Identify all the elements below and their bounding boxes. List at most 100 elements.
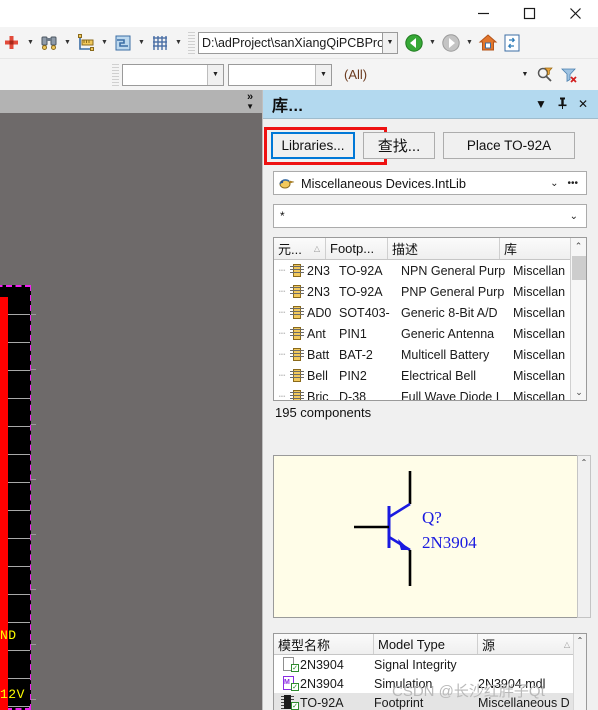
cell-footprint: D-38 (339, 389, 367, 401)
column-header-source[interactable]: 源 △ (478, 634, 575, 654)
refresh-icon[interactable] (500, 31, 524, 55)
pin-icon[interactable] (557, 97, 568, 111)
scrollbar-thumb[interactable] (572, 256, 586, 280)
table-row[interactable]: ✓ TO-92A Footprint Miscellaneous D (274, 693, 586, 710)
cell-footprint: PIN2 (339, 368, 367, 383)
title-bar (0, 0, 598, 27)
column-header-model-type[interactable]: Model Type (374, 634, 478, 654)
scope-combo[interactable]: (All) ▼ (334, 64, 533, 86)
table-row[interactable]: ┈ Bric D-38 Full Wave Diode I Miscellan (274, 386, 586, 401)
scope-combo-dropdown-icon[interactable]: ▼ (517, 65, 533, 85)
table-row[interactable]: ┈ 2N3 TO-92A NPN General Purp Miscellan (274, 260, 586, 281)
filter-combo-2-dropdown-icon[interactable]: ▼ (315, 64, 331, 85)
measure-icon[interactable] (74, 31, 98, 55)
place-component-button[interactable]: Place TO-92A (443, 132, 575, 159)
table-row[interactable]: M ✓ 2N3904 Simulation 2N3904.mdl (274, 674, 586, 693)
back-dropdown-icon[interactable]: ▼ (426, 31, 439, 55)
table-row[interactable]: ┈ Batt BAT-2 Multicell Battery Miscellan (274, 344, 586, 365)
binoculars-icon[interactable] (37, 31, 61, 55)
find-button[interactable]: 查找... (363, 132, 435, 159)
scroll-up-icon[interactable]: ⌃ (574, 634, 586, 647)
filter-combo-1[interactable]: ▼ (122, 63, 224, 86)
column-header-name-label: 元... (278, 242, 302, 257)
scroll-down-icon[interactable]: ⌄ (571, 384, 586, 400)
table-row[interactable]: ┈ AD0 SOT403- Generic 8-Bit A/D Miscella… (274, 302, 586, 323)
tab-overflow-icon[interactable]: » ▼ (246, 90, 254, 112)
project-path-dropdown-icon[interactable]: ▼ (383, 31, 398, 54)
library-more-icon[interactable]: ••• (567, 178, 578, 189)
simulation-model-icon: M ✓ (280, 676, 300, 691)
maximize-icon[interactable] (506, 0, 552, 27)
find-dropdown-icon[interactable]: ▼ (61, 31, 74, 55)
component-preview[interactable]: Q? 2N3904 (273, 455, 587, 618)
forward-dropdown-icon[interactable]: ▼ (463, 31, 476, 55)
pad (8, 287, 30, 315)
scroll-up-icon[interactable]: ⌃ (578, 456, 590, 469)
layers-icon[interactable] (111, 31, 135, 55)
project-path-field[interactable]: D:\adProject\sanXiangQiPCBPro (198, 31, 383, 54)
library-selector[interactable]: Miscellaneous Devices.IntLib ⌄ ••• (273, 171, 587, 195)
forward-icon (439, 31, 463, 55)
component-grid[interactable]: 元... △ Footp... 描述 库 ┈ 2N3 TO-92A NPN Ge… (273, 237, 587, 401)
libraries-button[interactable]: Libraries... (271, 132, 355, 159)
tab-overflow-glyph: » (246, 90, 254, 103)
column-header-description[interactable]: 描述 (388, 238, 500, 259)
place-part-dropdown-icon[interactable]: ▼ (24, 31, 37, 55)
cell-description: Electrical Bell (401, 368, 477, 383)
table-row[interactable]: ┈ Ant PIN1 Generic Antenna Miscellan (274, 323, 586, 344)
column-header-model-name[interactable]: 模型名称 (274, 634, 374, 654)
magnifier-filter-icon[interactable] (533, 63, 557, 87)
back-icon[interactable] (402, 31, 426, 55)
column-header-model-name-label: 模型名称 (278, 637, 331, 653)
filter-combo-1-dropdown-icon[interactable]: ▼ (207, 64, 223, 85)
clear-filter-icon[interactable] (557, 63, 581, 87)
cell-model-name: 2N3904 (300, 676, 344, 691)
panel-menu-icon[interactable]: ▼ (535, 98, 547, 110)
cell-description: PNP General Purp (401, 284, 505, 299)
cell-model-source: Miscellaneous D (478, 695, 570, 710)
grid-dropdown-icon[interactable]: ▼ (172, 31, 185, 55)
grid-icon[interactable] (148, 31, 172, 55)
scroll-up-icon[interactable]: ⌃ (571, 238, 586, 254)
model-grid[interactable]: 模型名称 Model Type 源 △ ✓ 2N3904 Signal Inte… (273, 633, 587, 710)
tree-glyph: ┈ (278, 391, 286, 401)
tree-glyph: ┈ (278, 328, 286, 340)
chevron-down-icon[interactable]: ⌄ (550, 178, 558, 189)
column-header-source-label: 源 (482, 637, 496, 653)
column-header-library[interactable]: 库 (500, 238, 572, 259)
component-grid-body: ┈ 2N3 TO-92A NPN General Purp Miscellan … (274, 260, 586, 401)
column-header-name[interactable]: 元... △ (274, 238, 326, 259)
component-filter-input[interactable]: * ⌄ (273, 204, 587, 228)
component-filter-dropdown-icon[interactable]: ⌄ (570, 211, 586, 222)
footprint-icon: ✓ (280, 695, 300, 710)
panel-button-row: Libraries... 查找... Place TO-92A (271, 132, 575, 159)
component-grid-header: 元... △ Footp... 描述 库 (274, 238, 586, 260)
column-header-footprint[interactable]: Footp... (326, 238, 388, 259)
filter-combo-2[interactable]: ▼ (228, 63, 332, 86)
library-book-icon (279, 177, 295, 190)
place-part-icon[interactable] (0, 31, 24, 55)
table-row[interactable]: ✓ 2N3904 Signal Integrity (274, 655, 586, 674)
window-controls (460, 0, 598, 27)
component-count-label: 195 components (275, 405, 372, 420)
pad (8, 371, 30, 399)
layers-dropdown-icon[interactable]: ▼ (135, 31, 148, 55)
component-grid-scrollbar[interactable]: ⌃ ⌄ (570, 238, 586, 400)
close-icon[interactable] (552, 0, 598, 27)
preview-scrollbar[interactable]: ⌃ (577, 455, 591, 618)
measure-dropdown-icon[interactable]: ▼ (98, 31, 111, 55)
minimize-icon[interactable] (460, 0, 506, 27)
pad (8, 315, 30, 343)
pcb-canvas[interactable]: ND 12V (0, 113, 262, 710)
tree-glyph: ┈ (278, 370, 286, 382)
pad (8, 399, 30, 427)
net-label-12v: 12V (0, 687, 25, 702)
cell-name: AD0 (307, 305, 332, 320)
close-icon[interactable]: ✕ (578, 98, 588, 110)
home-icon[interactable] (476, 31, 500, 55)
table-row[interactable]: ┈ 2N3 TO-92A PNP General Purp Miscellan (274, 281, 586, 302)
table-row[interactable]: ┈ Bell PIN2 Electrical Bell Miscellan (274, 365, 586, 386)
pad (8, 511, 30, 539)
cell-name: 2N3 (307, 284, 330, 299)
model-grid-scrollbar[interactable]: ⌃ (573, 634, 586, 710)
